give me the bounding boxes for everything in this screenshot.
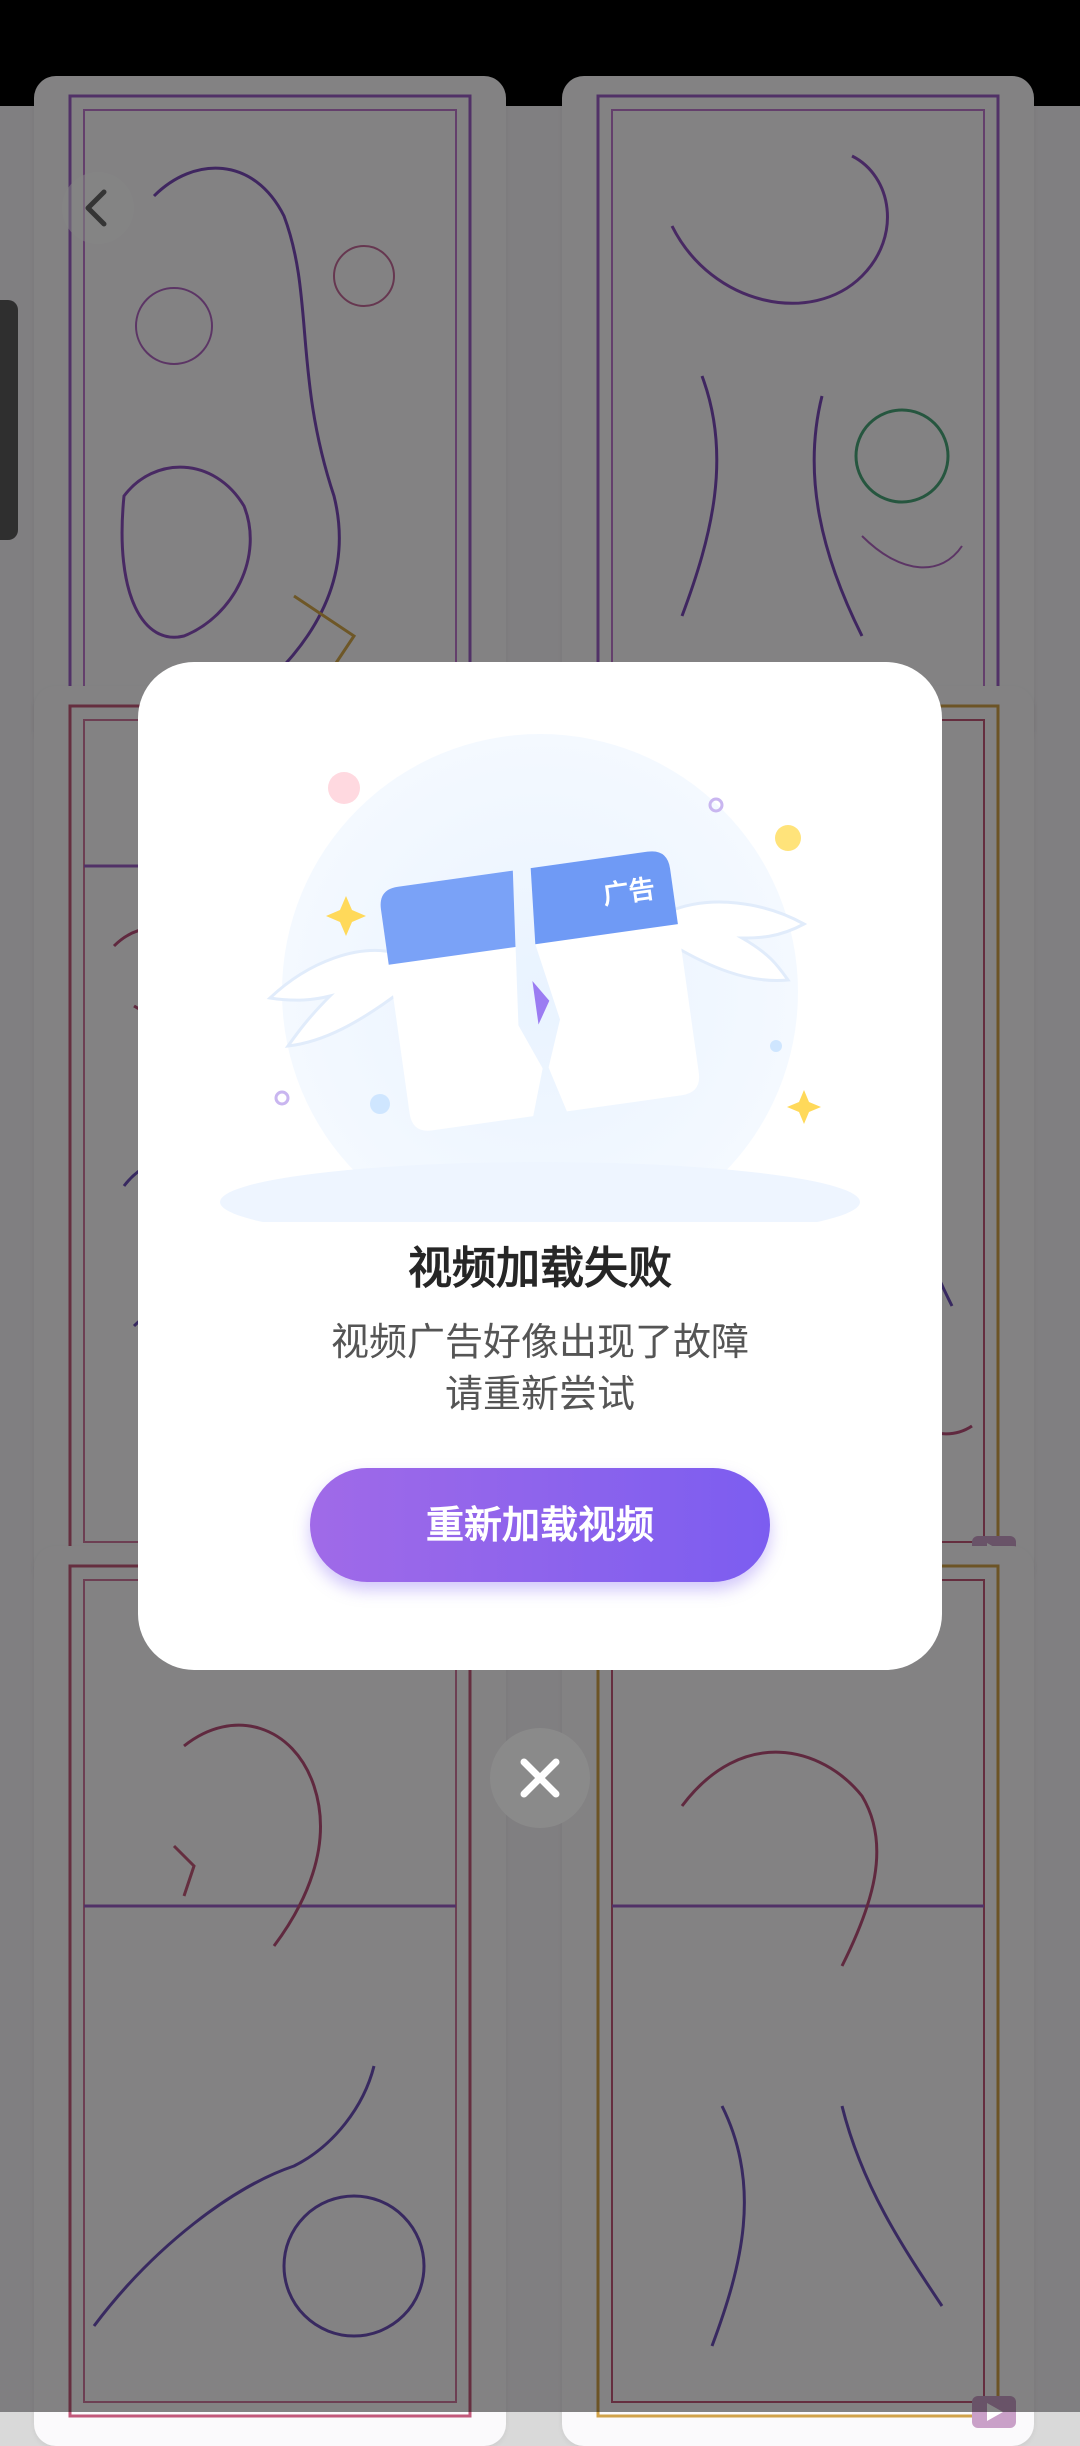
video-load-failed-dialog: 广告 视频加载失败 视频广告好像出现了故障 请重新尝试 重新加载视频	[138, 662, 942, 1670]
close-icon	[520, 1758, 560, 1798]
close-button[interactable]	[490, 1728, 590, 1828]
reload-video-button[interactable]: 重新加载视频	[310, 1468, 770, 1582]
dialog-message: 视频广告好像出现了故障 请重新尝试	[138, 1316, 942, 1420]
broken-ad-illustration: 广告	[220, 734, 860, 1222]
dialog-message-line: 请重新尝试	[444, 1372, 635, 1416]
dialog-message-line: 视频广告好像出现了故障	[330, 1320, 749, 1364]
dialog-title: 视频加载失败	[408, 1243, 672, 1294]
